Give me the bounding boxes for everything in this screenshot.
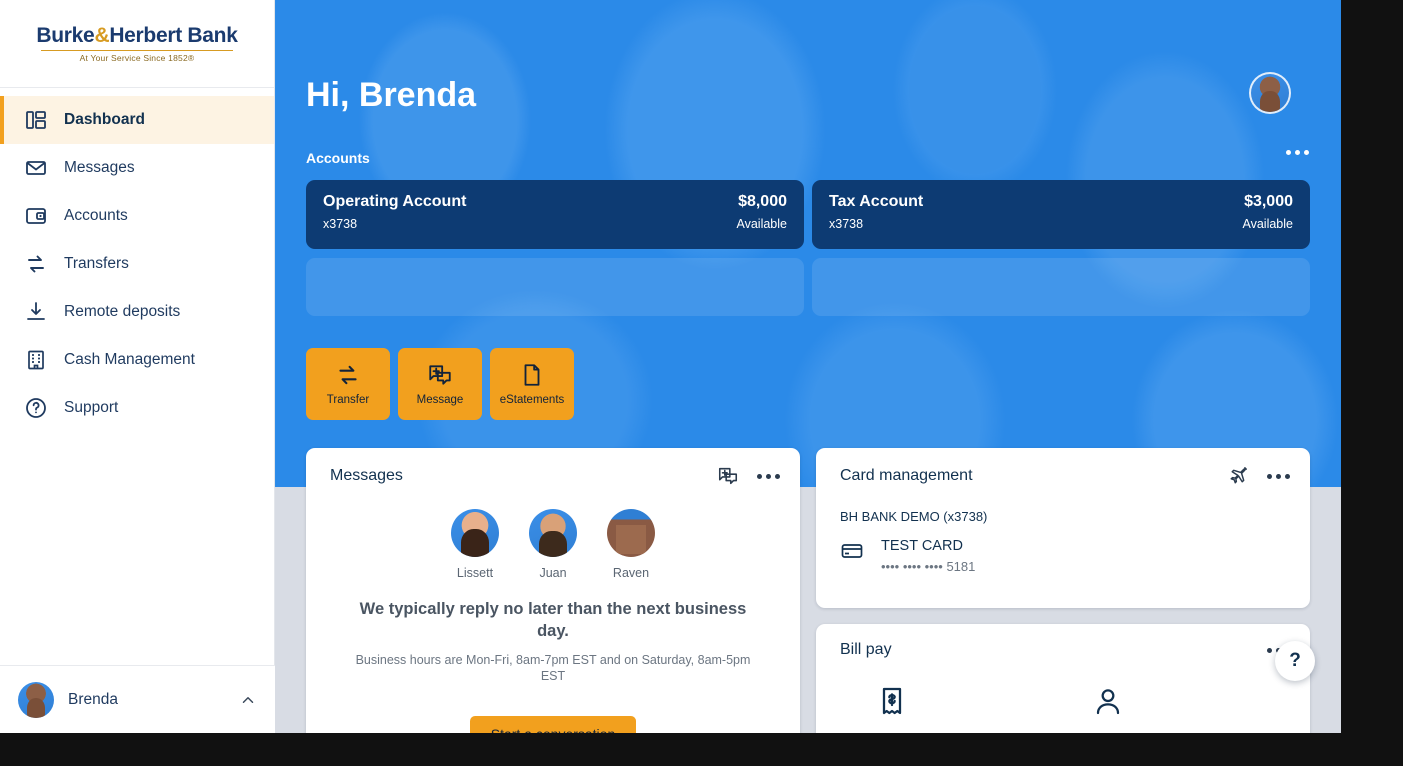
bill-pay-title: Bill pay	[840, 641, 892, 658]
sidebar-item-label: Messages	[64, 159, 135, 176]
sidebar-item-dashboard[interactable]: Dashboard	[0, 96, 274, 144]
sidebar-item-transfers[interactable]: Transfers	[0, 240, 274, 288]
new-message-icon	[427, 362, 453, 388]
sidebar-item-label: Dashboard	[64, 111, 145, 128]
logo-wordmark: Burke&Herbert Bank	[36, 24, 237, 48]
sidebar-item-label: Transfers	[64, 255, 129, 272]
account-balance-label: Available	[1242, 217, 1293, 231]
main-content: Hi, Brenda Accounts Operating Account $8…	[275, 0, 1341, 733]
hero-section: Hi, Brenda Accounts Operating Account $8…	[275, 0, 1341, 487]
envelope-icon	[24, 156, 48, 180]
account-number: x3738	[323, 217, 358, 231]
logo-text-part1: Burke	[36, 24, 95, 47]
logo-tagline: At Your Service Since 1852®	[79, 53, 195, 63]
download-icon	[24, 300, 48, 324]
profile-avatar[interactable]	[1249, 72, 1291, 114]
building-icon	[24, 348, 48, 372]
wallet-icon	[24, 204, 48, 228]
messages-menu-button[interactable]	[757, 473, 780, 479]
credit-card-icon	[840, 539, 864, 563]
sidebar-item-label: Cash Management	[64, 351, 195, 368]
help-button[interactable]: ?	[1275, 641, 1315, 681]
transfer-arrows-icon	[24, 252, 48, 276]
logo-text-part2: Herbert Bank	[109, 24, 238, 47]
messages-card-title: Messages	[330, 467, 403, 484]
quick-action-label: eStatements	[499, 394, 565, 406]
avatar	[451, 509, 499, 557]
agent-name: Lissett	[456, 566, 494, 580]
transfer-arrows-icon	[335, 362, 361, 388]
quick-action-message[interactable]: Message	[398, 348, 482, 420]
bill-pay-card: Bill pay	[816, 624, 1310, 733]
card-management-card: Card management BH BANK DEMO (x3738) TES…	[816, 448, 1310, 608]
agent-item[interactable]: Lissett	[444, 509, 506, 580]
account-card[interactable]: Operating Account $8,000 x3738 Available	[306, 180, 804, 249]
sidebar-item-label: Remote deposits	[64, 303, 181, 320]
document-icon	[519, 362, 545, 388]
sidebar: Burke&Herbert Bank At Your Service Since…	[0, 0, 275, 733]
messages-business-hours: Business hours are Mon-Fri, 8am-7pm EST …	[355, 652, 751, 684]
airplane-icon[interactable]	[1227, 465, 1249, 487]
card-management-menu-button[interactable]	[1267, 473, 1290, 479]
brand-logo[interactable]: Burke&Herbert Bank At Your Service Since…	[0, 0, 274, 88]
new-message-icon[interactable]	[717, 465, 739, 487]
sidebar-item-accounts[interactable]: Accounts	[0, 192, 274, 240]
messages-card: Messages Lissett Juan Raven We typically…	[306, 448, 800, 733]
card-number-masked: •••• •••• •••• 5181	[881, 559, 976, 574]
agent-item[interactable]: Juan	[522, 509, 584, 580]
quick-action-label: Message	[416, 394, 464, 406]
agent-name: Raven	[612, 566, 650, 580]
dashboard-icon	[24, 108, 48, 132]
account-name: Operating Account	[323, 193, 467, 210]
letterbox-right	[1341, 0, 1403, 766]
quick-action-transfer[interactable]: Transfer	[306, 348, 390, 420]
account-card[interactable]: Tax Account $3,000 x3738 Available	[812, 180, 1310, 249]
quick-action-label: Transfer	[326, 394, 370, 406]
sidebar-item-support[interactable]: Support	[0, 384, 274, 432]
page-title: Hi, Brenda	[306, 76, 477, 114]
sidebar-item-remote-deposits[interactable]: Remote deposits	[0, 288, 274, 336]
card-management-title: Card management	[840, 467, 973, 484]
accounts-section-title: Accounts	[306, 150, 370, 166]
sidebar-item-label: Support	[64, 399, 119, 416]
bill-receipt-icon[interactable]	[876, 685, 908, 717]
sidebar-user-menu[interactable]: Brenda	[0, 665, 275, 733]
agent-avatars: Lissett Juan Raven	[306, 509, 800, 580]
account-number: x3738	[829, 217, 864, 231]
start-conversation-button[interactable]: Start a conversation	[470, 716, 636, 733]
sidebar-item-cash-management[interactable]: Cash Management	[0, 336, 274, 384]
account-balance-label: Available	[736, 217, 787, 231]
sidebar-nav: Dashboard Messages Accounts Transfers Re…	[0, 88, 274, 432]
logo-divider	[41, 50, 233, 51]
avatar	[607, 509, 655, 557]
quick-action-estatements[interactable]: eStatements	[490, 348, 574, 420]
messages-headline: We typically reply no later than the nex…	[359, 600, 747, 641]
card-name: TEST CARD	[881, 538, 963, 554]
agent-item[interactable]: Raven	[600, 509, 662, 580]
letterbox-bottom	[0, 733, 1403, 766]
card-account-label: BH BANK DEMO (x3738)	[840, 509, 988, 524]
card-list-item[interactable]: TEST CARD •••• •••• •••• 5181	[840, 537, 1310, 574]
avatar	[529, 509, 577, 557]
chevron-up-icon[interactable]	[239, 691, 257, 709]
accounts-menu-button[interactable]	[1286, 150, 1309, 155]
app-viewport: Burke&Herbert Bank At Your Service Since…	[0, 0, 1341, 733]
account-card-placeholder	[306, 258, 804, 316]
account-balance: $3,000	[1244, 193, 1293, 210]
agent-name: Juan	[539, 566, 567, 580]
sidebar-item-label: Accounts	[64, 207, 128, 224]
logo-ampersand: &	[94, 24, 110, 47]
avatar	[18, 681, 54, 718]
sidebar-item-messages[interactable]: Messages	[0, 144, 274, 192]
payee-person-icon[interactable]	[1092, 685, 1124, 717]
sidebar-user-name: Brenda	[68, 690, 118, 708]
account-card-placeholder	[812, 258, 1310, 316]
question-circle-icon	[24, 396, 48, 420]
account-balance: $8,000	[738, 193, 787, 210]
account-name: Tax Account	[829, 193, 924, 210]
